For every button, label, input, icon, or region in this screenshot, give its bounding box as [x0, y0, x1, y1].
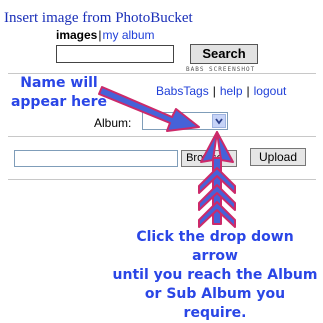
- divider: [8, 179, 316, 180]
- link-separator: |: [212, 84, 216, 98]
- tab-my-album[interactable]: my album: [102, 28, 154, 42]
- tab-images[interactable]: images: [56, 28, 97, 42]
- link-separator: |: [246, 84, 250, 98]
- annotation-line: Click the drop down arrow: [136, 229, 294, 264]
- logout-link[interactable]: logout: [254, 84, 287, 98]
- annotation-line: Name will: [20, 75, 98, 91]
- file-path-input[interactable]: [14, 150, 178, 167]
- search-button[interactable]: Search: [190, 44, 258, 64]
- babstags-link[interactable]: BabsTags: [156, 84, 209, 98]
- page-title: Insert image from PhotoBucket: [4, 10, 193, 26]
- name-annotation: Name will appear here: [4, 74, 114, 112]
- watermark: BABS SCREENSHOT: [186, 66, 256, 73]
- help-link[interactable]: help: [220, 84, 243, 98]
- tab-bar: images|my album: [56, 28, 155, 42]
- chevron-down-icon[interactable]: [212, 114, 226, 128]
- album-label: Album:: [94, 116, 132, 130]
- annotation-line: appear here: [10, 94, 108, 110]
- upload-button[interactable]: Upload: [250, 148, 306, 166]
- album-select[interactable]: [142, 112, 228, 130]
- account-links: BabsTags | help | logout: [156, 84, 286, 98]
- divider: [8, 136, 316, 137]
- annotation-line: until you reach the Album: [112, 267, 318, 283]
- annotation-line: or Sub Album you require.: [144, 286, 286, 321]
- search-input[interactable]: [56, 45, 174, 63]
- browse-button[interactable]: Browse...: [181, 150, 237, 167]
